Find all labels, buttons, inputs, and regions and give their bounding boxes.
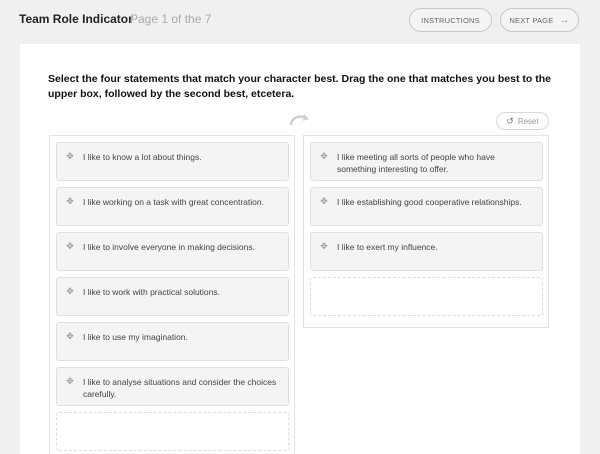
drag-handle-icon[interactable]: ✥ (319, 196, 329, 206)
selected-statement-item[interactable]: ✥ I like to exert my influence. (310, 232, 543, 271)
statement-item[interactable]: ✥ I like working on a task with great co… (56, 187, 289, 226)
next-page-label: NEXT PAGE (509, 15, 554, 25)
statement-text: I like to work with practical solutions. (83, 287, 220, 297)
empty-drop-slot[interactable] (310, 277, 543, 316)
statement-text: I like establishing good cooperative rel… (337, 197, 522, 207)
statement-text: I like meeting all sorts of people who h… (337, 152, 495, 174)
statement-text: I like working on a task with great conc… (83, 197, 264, 207)
statement-item[interactable]: ✥ I like to work with practical solution… (56, 277, 289, 316)
top-bar: Team Role Indicator Page 1 of the 7 INST… (0, 0, 600, 40)
selected-statement-item[interactable]: ✥ I like meeting all sorts of people who… (310, 142, 543, 181)
arrow-right-icon: → (559, 14, 570, 26)
statement-pool: ✥ I like to know a lot about things. ✥ I… (49, 135, 295, 454)
drag-handle-icon[interactable]: ✥ (65, 241, 75, 251)
drag-handle-icon[interactable]: ✥ (65, 196, 75, 206)
statement-item[interactable]: ✥ I like to analyse situations and consi… (56, 367, 289, 406)
instructions-button[interactable]: INSTRUCTIONS (409, 8, 492, 32)
app-title: Team Role Indicator (19, 12, 133, 26)
drag-handle-icon[interactable]: ✥ (65, 331, 75, 341)
instructions-label: INSTRUCTIONS (421, 15, 480, 25)
next-page-button[interactable]: NEXT PAGE → (500, 8, 579, 32)
drag-handle-icon[interactable]: ✥ (319, 151, 329, 161)
curved-arrow-icon (289, 114, 309, 126)
drag-handle-icon[interactable]: ✥ (65, 151, 75, 161)
statement-item[interactable]: ✥ I like to involve everyone in making d… (56, 232, 289, 271)
reset-label: Reset (517, 116, 539, 126)
ranked-selection: ✥ I like meeting all sorts of people who… (303, 135, 549, 328)
statement-text: I like to know a lot about things. (83, 152, 202, 162)
statement-text: I like to use my imagination. (83, 332, 188, 342)
statement-text: I like to analyse situations and conside… (83, 377, 277, 399)
question-instruction: Select the four statements that match yo… (48, 73, 551, 100)
drag-handle-icon[interactable]: ✥ (65, 376, 75, 386)
drag-handle-icon[interactable]: ✥ (65, 286, 75, 296)
statement-text: I like to exert my influence. (337, 242, 438, 252)
statement-item[interactable]: ✥ I like to know a lot about things. (56, 142, 289, 181)
empty-drop-slot[interactable] (56, 412, 289, 451)
page-indicator: Page 1 of the 7 (130, 12, 212, 26)
selected-statement-item[interactable]: ✥ I like establishing good cooperative r… (310, 187, 543, 226)
statement-text: I like to involve everyone in making dec… (83, 242, 255, 252)
statement-item[interactable]: ✥ I like to use my imagination. (56, 322, 289, 361)
drag-handle-icon[interactable]: ✥ (319, 241, 329, 251)
reset-button[interactable]: ↺ Reset (496, 112, 549, 130)
undo-icon: ↺ (506, 115, 514, 126)
